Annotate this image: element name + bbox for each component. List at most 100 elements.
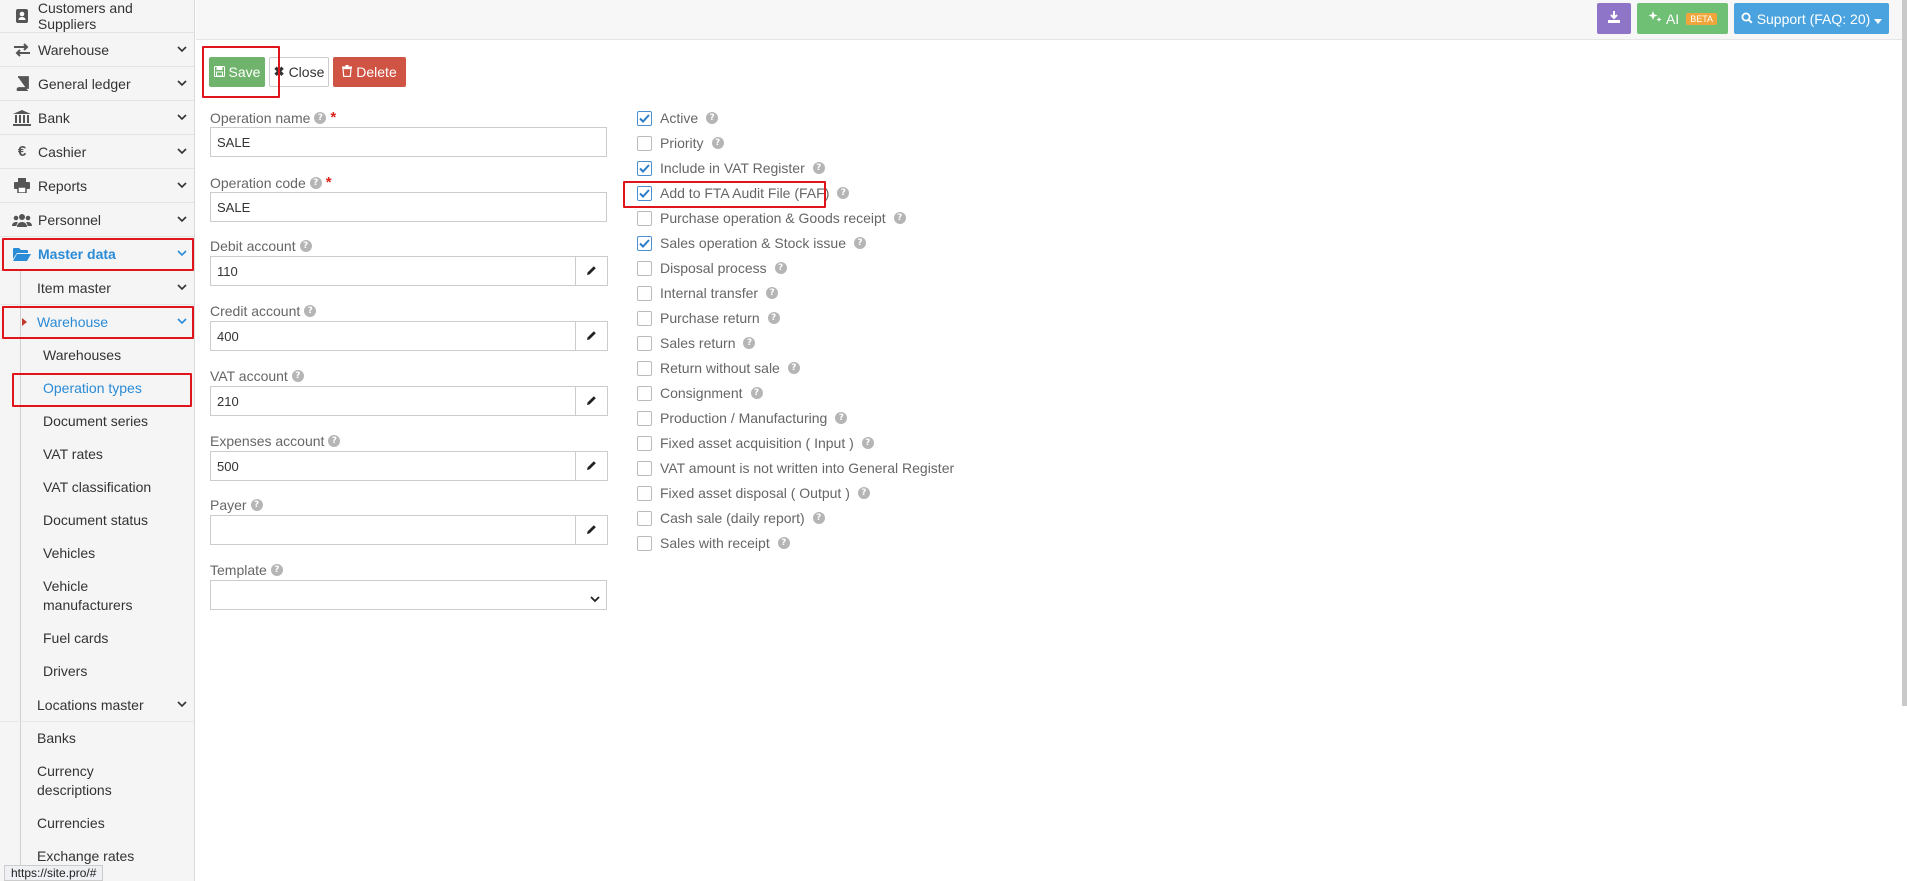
sidebar-item-item-master[interactable]: Item master bbox=[0, 271, 194, 305]
sidebar-item-banks[interactable]: Banks bbox=[0, 722, 194, 755]
checkbox-row[interactable]: Disposal process? bbox=[637, 258, 787, 278]
help-icon[interactable]: ? bbox=[766, 287, 779, 299]
checkbox-unchecked[interactable] bbox=[637, 510, 652, 526]
help-icon[interactable]: ? bbox=[250, 499, 263, 511]
debit-account-input[interactable]: 110 bbox=[210, 256, 576, 286]
checkbox-checked[interactable] bbox=[637, 160, 652, 176]
sidebar-item-cashier[interactable]: € Cashier bbox=[0, 135, 194, 169]
delete-button[interactable]: Delete bbox=[333, 57, 406, 87]
help-icon[interactable]: ? bbox=[837, 187, 850, 199]
help-icon[interactable]: ? bbox=[750, 387, 763, 399]
checkbox-row[interactable]: Return without sale? bbox=[637, 358, 800, 378]
sidebar-item-currency-descriptions[interactable]: Currency descriptions bbox=[0, 755, 150, 807]
checkbox-row[interactable]: Sales return? bbox=[637, 333, 756, 353]
help-icon[interactable]: ? bbox=[854, 237, 866, 249]
checkbox-checked[interactable] bbox=[637, 110, 652, 126]
checkbox-row[interactable]: Purchase return? bbox=[637, 308, 780, 328]
checkbox-unchecked[interactable] bbox=[637, 260, 652, 276]
help-icon[interactable]: ? bbox=[314, 111, 327, 124]
sidebar-item-vehicle-manufacturers[interactable]: Vehicle manufacturers bbox=[0, 570, 150, 622]
help-icon[interactable]: ? bbox=[835, 412, 848, 424]
sidebar-item-personnel[interactable]: Personnel bbox=[0, 203, 194, 237]
help-icon[interactable]: ? bbox=[299, 240, 312, 252]
checkbox-row[interactable]: Internal transfer? bbox=[637, 283, 779, 303]
help-icon[interactable]: ? bbox=[777, 537, 790, 549]
checkbox-checked[interactable] bbox=[637, 235, 652, 251]
checkbox-unchecked[interactable] bbox=[637, 435, 652, 451]
help-icon[interactable]: ? bbox=[706, 112, 719, 124]
help-icon[interactable]: ? bbox=[743, 337, 756, 349]
sidebar-item-warehouse[interactable]: Warehouse bbox=[0, 33, 194, 67]
help-icon[interactable]: ? bbox=[711, 137, 724, 149]
checkbox-unchecked[interactable] bbox=[637, 285, 652, 301]
help-icon[interactable]: ? bbox=[857, 487, 870, 499]
checkbox-row[interactable]: Include in VAT Register? bbox=[637, 158, 825, 178]
help-icon[interactable]: ? bbox=[812, 512, 825, 524]
sidebar-item-master-data[interactable]: Master data bbox=[0, 237, 194, 271]
sidebar-item-vehicles[interactable]: Vehicles bbox=[0, 537, 194, 570]
checkbox-unchecked[interactable] bbox=[637, 210, 652, 226]
help-icon[interactable]: ? bbox=[270, 564, 283, 576]
checkbox-unchecked[interactable] bbox=[637, 535, 652, 551]
download-button[interactable] bbox=[1597, 3, 1631, 34]
sidebar-item-general-ledger[interactable]: General ledger bbox=[0, 67, 194, 101]
checkbox-row[interactable]: Fixed asset disposal ( Output )? bbox=[637, 483, 870, 503]
checkbox-unchecked[interactable] bbox=[637, 485, 652, 501]
sidebar-item-document-status[interactable]: Document status bbox=[0, 504, 194, 537]
vat-account-edit-button[interactable] bbox=[576, 386, 608, 416]
sidebar-item-locations-master[interactable]: Locations master bbox=[0, 688, 194, 722]
sidebar-item-warehouse-sub[interactable]: Warehouse bbox=[0, 305, 194, 339]
checkbox-unchecked[interactable] bbox=[637, 410, 652, 426]
checkbox-row[interactable]: Cash sale (daily report)? bbox=[637, 508, 825, 528]
checkbox-row[interactable]: VAT amount is not written into General R… bbox=[637, 458, 954, 478]
vat-account-input[interactable]: 210 bbox=[210, 386, 576, 416]
save-button[interactable]: Save bbox=[209, 57, 265, 87]
checkbox-row[interactable]: Add to FTA Audit File (FAF)? bbox=[637, 183, 850, 203]
payer-input[interactable] bbox=[210, 515, 576, 545]
sidebar-item-operation-types[interactable]: Operation types bbox=[0, 372, 194, 405]
operation-code-input[interactable]: SALE bbox=[210, 192, 607, 222]
help-icon[interactable]: ? bbox=[767, 312, 780, 324]
expenses-account-input[interactable]: 500 bbox=[210, 451, 576, 481]
template-select[interactable] bbox=[210, 580, 607, 610]
checkbox-unchecked[interactable] bbox=[637, 310, 652, 326]
help-icon[interactable]: ? bbox=[309, 176, 322, 189]
sidebar-item-warehouses[interactable]: Warehouses bbox=[0, 339, 194, 372]
checkbox-unchecked[interactable] bbox=[637, 385, 652, 401]
help-icon[interactable]: ? bbox=[291, 370, 304, 382]
payer-edit-button[interactable] bbox=[576, 515, 608, 545]
debit-account-edit-button[interactable] bbox=[576, 256, 608, 286]
checkbox-unchecked[interactable] bbox=[637, 460, 652, 476]
help-icon[interactable]: ? bbox=[774, 262, 787, 274]
sidebar-item-fuel-cards[interactable]: Fuel cards bbox=[0, 622, 194, 655]
scrollbar[interactable] bbox=[1902, 0, 1907, 706]
checkbox-row[interactable]: Production / Manufacturing? bbox=[637, 408, 848, 428]
help-icon[interactable]: ? bbox=[328, 435, 341, 447]
credit-account-edit-button[interactable] bbox=[576, 321, 608, 351]
sidebar-item-vat-rates[interactable]: VAT rates bbox=[0, 438, 194, 471]
sidebar-item-currencies[interactable]: Currencies bbox=[0, 807, 194, 840]
checkbox-row[interactable]: Sales with receipt? bbox=[637, 533, 790, 553]
sidebar-item-bank[interactable]: Bank bbox=[0, 101, 194, 135]
checkbox-row[interactable]: Purchase operation & Goods receipt? bbox=[637, 208, 906, 228]
checkbox-unchecked[interactable] bbox=[637, 135, 652, 151]
ai-button[interactable]: AI BETA bbox=[1637, 3, 1728, 34]
checkbox-unchecked[interactable] bbox=[637, 335, 652, 351]
help-icon[interactable]: ? bbox=[812, 162, 825, 174]
help-icon[interactable]: ? bbox=[893, 212, 906, 224]
operation-name-input[interactable]: SALE bbox=[210, 127, 607, 157]
checkbox-row[interactable]: Active? bbox=[637, 108, 719, 128]
help-icon[interactable]: ? bbox=[787, 362, 800, 374]
sidebar-item-vat-classification[interactable]: VAT classification bbox=[0, 471, 194, 504]
sidebar-item-reports[interactable]: Reports bbox=[0, 169, 194, 203]
checkbox-unchecked[interactable] bbox=[637, 360, 652, 376]
sidebar-item-document-series[interactable]: Document series bbox=[0, 405, 194, 438]
sidebar-item-drivers[interactable]: Drivers bbox=[0, 655, 194, 688]
checkbox-row[interactable]: Consignment? bbox=[637, 383, 763, 403]
checkbox-row[interactable]: Fixed asset acquisition ( Input )? bbox=[637, 433, 874, 453]
help-icon[interactable]: ? bbox=[861, 437, 874, 449]
credit-account-input[interactable]: 400 bbox=[210, 321, 576, 351]
sidebar-item-customers-suppliers[interactable]: Customers and Suppliers bbox=[0, 0, 194, 33]
checkbox-row[interactable]: Priority? bbox=[637, 133, 724, 153]
support-button[interactable]: Support (FAQ: 20) bbox=[1734, 3, 1889, 34]
